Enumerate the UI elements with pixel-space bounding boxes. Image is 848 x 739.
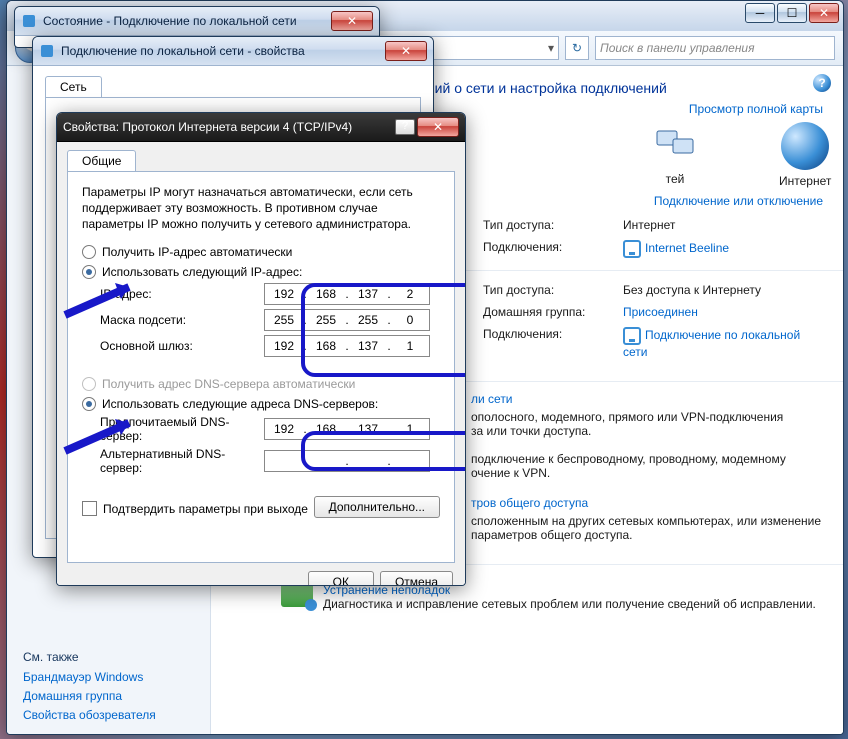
ipv4-properties-dialog: Свойства: Протокол Интернета версии 4 (T… — [56, 112, 466, 586]
connect-disconnect-link[interactable]: Подключение или отключение — [654, 194, 823, 208]
plug-icon — [623, 327, 641, 345]
sharing-params-link[interactable]: тров общего доступа — [471, 494, 823, 514]
full-map-link[interactable]: Просмотр полной карты — [689, 102, 823, 116]
network-icon — [39, 43, 55, 59]
internet-icon-box: Интернет — [779, 122, 831, 188]
subnet-mask-input[interactable]: ... — [264, 309, 430, 331]
tab-network[interactable]: Сеть — [45, 76, 102, 97]
network-icon-box: тей — [651, 125, 699, 186]
radio-auto-dns: Получить адрес DNS-сервера автоматически — [82, 377, 440, 391]
sharing-desc: сположенным на других сетевых компьютера… — [471, 514, 823, 542]
advanced-button[interactable]: Дополнительно... — [314, 496, 440, 518]
access-type-label-2: Тип доступа: — [483, 283, 623, 297]
access-type-value: Интернет — [623, 218, 823, 232]
see-also-heading: См. также — [23, 650, 156, 664]
validate-checkbox[interactable]: Подтвердить параметры при выходе — [82, 501, 308, 516]
plug-icon — [623, 240, 641, 258]
globe-icon — [781, 122, 829, 170]
minimize-button[interactable]: ─ — [745, 3, 775, 23]
refresh-button[interactable]: ↻ — [565, 36, 589, 60]
search-input[interactable]: Поиск в панели управления — [595, 36, 835, 60]
status-window-title: Состояние - Подключение по локальной сет… — [43, 14, 331, 28]
dns1-input[interactable]: ... — [264, 418, 430, 440]
access-type-value-2: Без доступа к Интернету — [623, 283, 823, 297]
subnet-mask-label: Маска подсети: — [100, 313, 264, 327]
close-button[interactable]: ✕ — [417, 117, 459, 137]
dns2-input[interactable]: ... — [264, 450, 430, 472]
radio-manual-dns[interactable]: Использовать следующие адреса DNS-сервер… — [82, 397, 440, 411]
access-type-label: Тип доступа: — [483, 218, 623, 232]
close-button[interactable]: ✕ — [809, 3, 839, 23]
connection-link-beeline[interactable]: Internet Beeline — [623, 240, 823, 258]
dns2-label: Альтернативный DNS-сервер: — [100, 447, 264, 475]
ipv4-dialog-title: Свойства: Протокол Интернета версии 4 (T… — [63, 120, 395, 134]
tab-general[interactable]: Общие — [67, 150, 136, 171]
cancel-button[interactable]: Отмена — [380, 571, 453, 586]
connection-link-lan[interactable]: Подключение по локальной сети — [623, 327, 823, 359]
sidebar-link-inetopts[interactable]: Свойства обозревателя — [23, 708, 156, 722]
help-icon[interactable]: ? — [813, 74, 831, 92]
network-setup-desc: ополосного, модемного, прямого или VPN-п… — [471, 410, 823, 438]
connections-label-2: Подключения: — [483, 327, 623, 359]
close-button[interactable]: ✕ — [331, 11, 373, 31]
network-icon-label: тей — [651, 172, 699, 186]
radio-auto-ip[interactable]: Получить IP-адрес автоматически — [82, 245, 440, 259]
network-setup-link[interactable]: ли сети — [471, 390, 823, 410]
troubleshoot-desc: Диагностика и исправление сетевых пробле… — [323, 597, 816, 611]
sidebar-link-firewall[interactable]: Брандмауэр Windows — [23, 670, 156, 684]
gateway-label: Основной шлюз: — [100, 339, 264, 353]
ip-address-label: IP-адрес: — [100, 287, 264, 301]
gateway-input[interactable]: ... — [264, 335, 430, 357]
close-button[interactable]: ✕ — [385, 41, 427, 61]
radio-manual-ip[interactable]: Использовать следующий IP-адрес: — [82, 265, 440, 279]
internet-label: Интернет — [779, 174, 831, 188]
dns1-label: Предпочитаемый DNS-сервер: — [100, 415, 264, 443]
vpn-desc: подключение к беспроводному, проводному,… — [471, 452, 823, 480]
properties-window-title: Подключение по локальной сети - свойства — [61, 44, 385, 58]
sidebar-link-homegroup[interactable]: Домашняя группа — [23, 689, 156, 703]
network-devices-icon — [651, 125, 699, 169]
network-icon — [21, 13, 37, 29]
intro-text: Параметры IP могут назначаться автоматич… — [82, 184, 440, 233]
maximize-button[interactable]: ☐ — [777, 3, 807, 23]
troubleshoot-icon — [281, 583, 313, 607]
help-button[interactable]: ? — [395, 119, 415, 135]
homegroup-label: Домашняя группа: — [483, 305, 623, 319]
general-panel: Параметры IP могут назначаться автоматич… — [67, 171, 455, 563]
connections-label: Подключения: — [483, 240, 623, 258]
homegroup-link[interactable]: Присоединен — [623, 305, 823, 319]
ok-button[interactable]: ОК — [308, 571, 374, 586]
ip-address-input[interactable]: ... — [264, 283, 430, 305]
